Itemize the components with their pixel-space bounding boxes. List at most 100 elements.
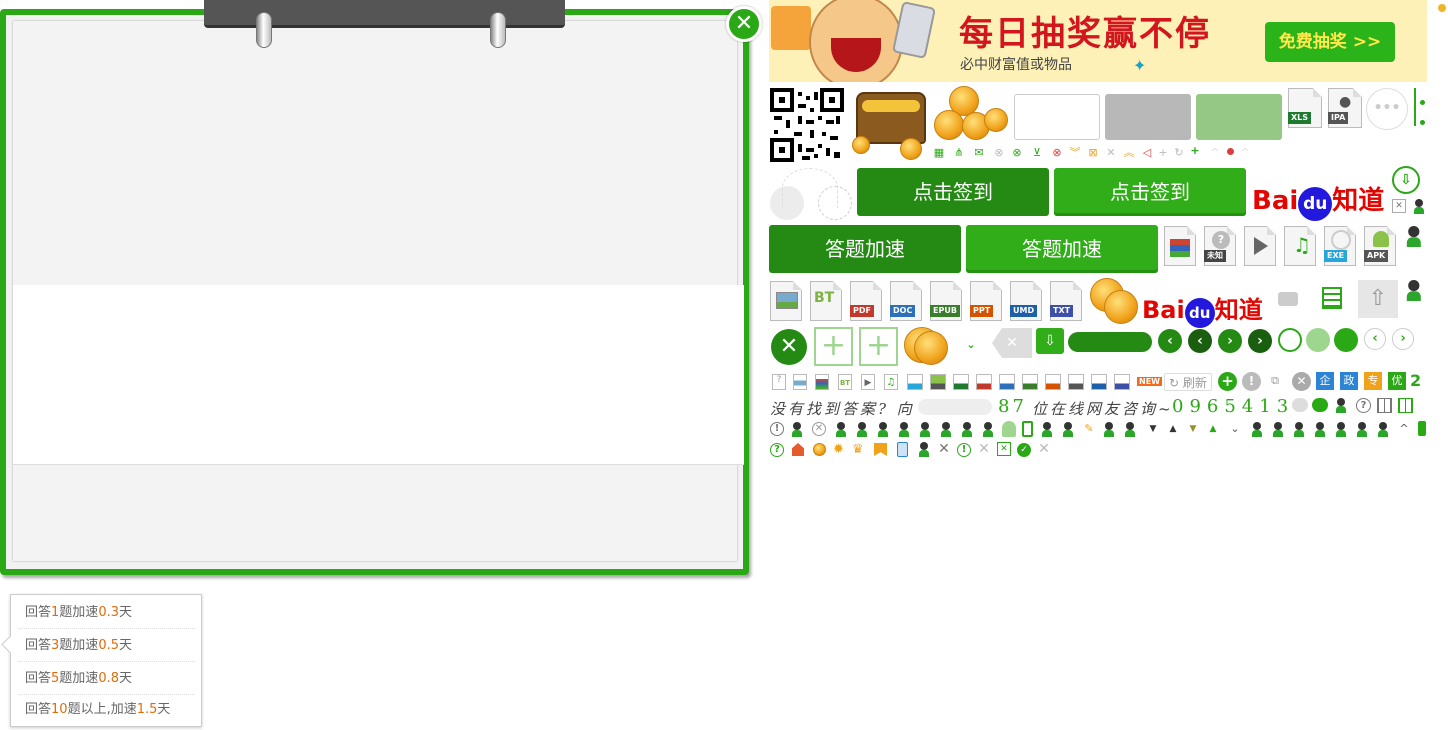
close-circle-icon[interactable]: ✕ xyxy=(771,329,807,365)
user-icon xyxy=(855,422,869,437)
caret-up-icon[interactable]: ▲ xyxy=(1206,422,1220,436)
radio-empty-icon[interactable] xyxy=(1278,328,1302,352)
back-to-top-icon[interactable]: ⇧ xyxy=(1358,280,1398,318)
user-icon xyxy=(981,422,995,437)
user-icon xyxy=(1250,422,1264,437)
user-icon xyxy=(917,442,931,457)
comment-icon xyxy=(1312,398,1328,412)
crown-icon: ♛ xyxy=(852,442,864,457)
chevron-double-down-icon[interactable]: ︾ xyxy=(1068,146,1082,160)
close-box-icon[interactable]: ✕ xyxy=(1392,199,1406,213)
grid-icon[interactable] xyxy=(1377,398,1392,413)
binder-ring-left xyxy=(256,12,272,48)
add-image-icon[interactable]: + xyxy=(859,327,898,366)
chevron-right-icon[interactable]: › xyxy=(1392,328,1414,350)
chevron-up-icon[interactable]: ^ xyxy=(1397,422,1411,436)
archive-file-icon xyxy=(1164,226,1196,266)
close-icon[interactable]: ✕ xyxy=(1037,442,1051,456)
mute-icon[interactable]: ◁ xyxy=(1140,146,1154,160)
file-tag: DOC xyxy=(890,305,916,317)
row-middle: 题以上,加速 xyxy=(67,702,137,717)
radio-filled-icon[interactable] xyxy=(1334,328,1358,352)
sign-in-button[interactable]: 点击签到 xyxy=(857,168,1049,216)
unknown-file-icon: ? 未知 xyxy=(1204,226,1236,266)
download-box-icon[interactable]: ⊻ xyxy=(1030,146,1044,160)
file-tag: 未知 xyxy=(1204,250,1226,262)
refresh-icon[interactable]: ↻ xyxy=(1172,146,1186,160)
user-icon xyxy=(1102,422,1116,437)
caret-down-icon[interactable]: ▼ xyxy=(1186,422,1200,436)
close-icon[interactable]: ✕ xyxy=(1104,146,1118,160)
close-circle-icon[interactable]: ✕ xyxy=(812,422,826,436)
download-icon[interactable]: ⇩ xyxy=(1036,328,1064,354)
plus-circle-icon[interactable]: + xyxy=(1218,372,1237,391)
chevron-up-icon[interactable]: ^ xyxy=(1208,146,1222,160)
bt-file-small-icon: BT xyxy=(838,374,852,390)
close-circle-icon[interactable]: ⊗ xyxy=(1010,146,1024,160)
sign-in-button[interactable]: 点击签到 xyxy=(1054,168,1246,216)
row-days: 0.8 xyxy=(98,671,119,686)
pdf-file-small-icon xyxy=(976,374,992,390)
battery-icon xyxy=(1418,421,1426,436)
chevron-down-icon[interactable]: ⌄ xyxy=(964,338,978,352)
chevron-down-icon[interactable]: ⌄ xyxy=(1228,422,1242,436)
exe-file-icon: EXE xyxy=(1324,226,1356,266)
gift-box-icon xyxy=(771,6,811,50)
coin-icon xyxy=(813,443,826,456)
refresh-button[interactable]: ↻ 刷新 xyxy=(1164,373,1212,391)
download-icon[interactable]: ⇩ xyxy=(1392,166,1420,194)
ppt-file-icon: PPT xyxy=(970,281,1002,321)
free-lottery-button[interactable]: 免费抽奖 >> xyxy=(1265,22,1395,62)
answer-speed-button[interactable]: 答题加速 xyxy=(769,225,961,273)
chevron-right-icon[interactable]: › xyxy=(1248,329,1272,353)
user-icon xyxy=(876,422,890,437)
close-circle-icon[interactable]: ⊗ xyxy=(1050,146,1064,160)
user-icon xyxy=(1355,422,1369,437)
close-icon[interactable]: ✕ xyxy=(937,442,951,456)
add-image-icon[interactable]: + xyxy=(814,327,853,366)
chevron-left-icon[interactable]: ‹ xyxy=(1188,329,1212,353)
chevron-left-icon[interactable]: ‹ xyxy=(1364,328,1386,350)
plus-icon[interactable]: + xyxy=(1188,144,1202,158)
chevron-up-icon[interactable]: ^ xyxy=(1238,146,1252,160)
help-icon[interactable]: ? xyxy=(1356,398,1371,413)
plus-icon[interactable]: + xyxy=(1156,146,1170,160)
lottery-banner[interactable]: 每日抽奖赢不停 必中财富值或物品 免费抽奖 >> ✦ xyxy=(769,0,1427,82)
excellent-badge: 优 xyxy=(1388,372,1406,390)
video-file-small-icon: ▶ xyxy=(861,374,875,390)
close-box-icon[interactable]: ✕ xyxy=(997,442,1011,456)
digits-strip: 0965413 xyxy=(1172,396,1295,417)
baidu-zhidao-logo: Bai du 知道 xyxy=(1252,180,1384,221)
exclamation-icon: ! xyxy=(1242,372,1261,391)
chevron-left-icon[interactable]: ‹ xyxy=(1158,329,1182,353)
calendar-binder xyxy=(204,0,565,48)
pencil-icon[interactable]: ✎ xyxy=(1082,422,1096,436)
help-icon[interactable]: ? xyxy=(770,443,784,457)
radio-light-icon[interactable] xyxy=(1306,328,1330,352)
chevron-right-icon[interactable]: › xyxy=(1218,329,1242,353)
backspace-icon[interactable]: ✕ xyxy=(992,328,1032,358)
close-circle-icon[interactable]: ✕ xyxy=(1292,372,1311,391)
grid-icon[interactable] xyxy=(1398,398,1413,413)
tooltip-box-white xyxy=(1014,94,1100,140)
speed-tooltip: 回答1题加速0.3天 回答3题加速0.5天 回答5题加速0.8天 回答10题以上… xyxy=(1,594,202,727)
answer-speed-button[interactable]: 答题加速 xyxy=(966,225,1158,273)
chat-bubble-icon: ••• xyxy=(1366,88,1408,130)
row-count: 10 xyxy=(51,702,68,717)
external-link-icon[interactable]: ⧉ xyxy=(1268,374,1282,388)
close-icon[interactable]: ✕ xyxy=(977,442,991,456)
mail-icon[interactable]: ✉ xyxy=(972,146,986,160)
caret-down-icon[interactable]: ▼ xyxy=(1146,422,1160,436)
not-found-text: 没有找到答案? 向 xyxy=(770,400,915,418)
share-icon[interactable]: ⋔ xyxy=(952,146,966,160)
close-icon[interactable]: ✕ xyxy=(726,6,762,42)
caret-up-icon[interactable]: ▲ xyxy=(1166,422,1180,436)
list-icon[interactable] xyxy=(1322,287,1342,309)
grid-icon[interactable]: ▦ xyxy=(932,146,946,160)
tooltip-box-green xyxy=(1196,94,1282,140)
xls-file-small-icon xyxy=(953,374,969,390)
close-box-icon[interactable]: ⊠ xyxy=(1086,146,1100,160)
close-circle-icon[interactable]: ⊗ xyxy=(992,146,1006,160)
music-note-icon: ♫ xyxy=(1293,233,1311,257)
chevron-double-up-icon[interactable]: ︽ xyxy=(1122,146,1136,160)
